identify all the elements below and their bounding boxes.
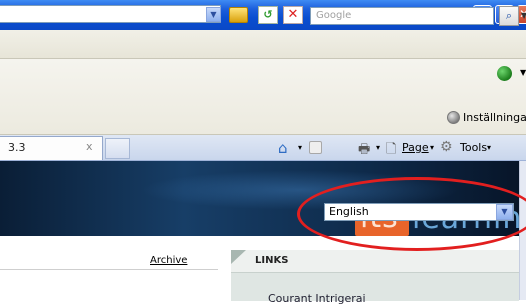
print-icon[interactable]: 🖶: [358, 140, 370, 162]
home-icon[interactable]: ⌂: [278, 139, 288, 157]
stop-icon[interactable]: ✕: [283, 6, 303, 24]
gear-icon[interactable]: ⚙: [440, 139, 453, 155]
lock-icon[interactable]: [229, 7, 248, 23]
links-item[interactable]: Courant Intrigerai: [268, 292, 366, 305]
archive-link[interactable]: Archive: [150, 255, 187, 266]
search-input[interactable]: Google: [310, 7, 494, 25]
page-icon[interactable]: 🗋: [386, 140, 396, 162]
addon-icon[interactable]: [497, 66, 512, 81]
settings-menu[interactable]: Inställningar ▾: [463, 111, 526, 124]
addon-arrow-icon[interactable]: ▼: [520, 68, 526, 77]
address-toolbar: [0, 30, 526, 59]
search-options-arrow-icon[interactable]: ▼: [521, 11, 526, 20]
tab-close-icon[interactable]: x: [86, 140, 93, 153]
home-arrow-icon[interactable]: ▾: [298, 143, 302, 152]
command-area: [0, 59, 526, 135]
settings-icon[interactable]: [447, 111, 460, 124]
print-arrow-icon[interactable]: ▾: [376, 143, 380, 152]
links-title: LINKS: [255, 255, 289, 266]
links-corner-decoration: [231, 250, 246, 264]
tab-title: 3.3: [8, 141, 26, 154]
tools-menu[interactable]: Tools: [460, 141, 487, 154]
page-menu[interactable]: Page: [402, 141, 429, 154]
new-tab-button[interactable]: [105, 138, 130, 159]
search-icon[interactable]: ⌕: [499, 6, 519, 26]
refresh-icon[interactable]: ↺: [258, 6, 278, 24]
tools-arrow-icon[interactable]: ▾: [487, 143, 491, 152]
section-divider: [0, 269, 218, 270]
page-arrow-icon[interactable]: ▾: [430, 143, 434, 152]
feed-icon[interactable]: [309, 141, 322, 154]
address-field[interactable]: [0, 5, 221, 23]
address-dropdown-icon[interactable]: ▼: [206, 7, 221, 22]
highlight-ellipse: [297, 177, 526, 251]
